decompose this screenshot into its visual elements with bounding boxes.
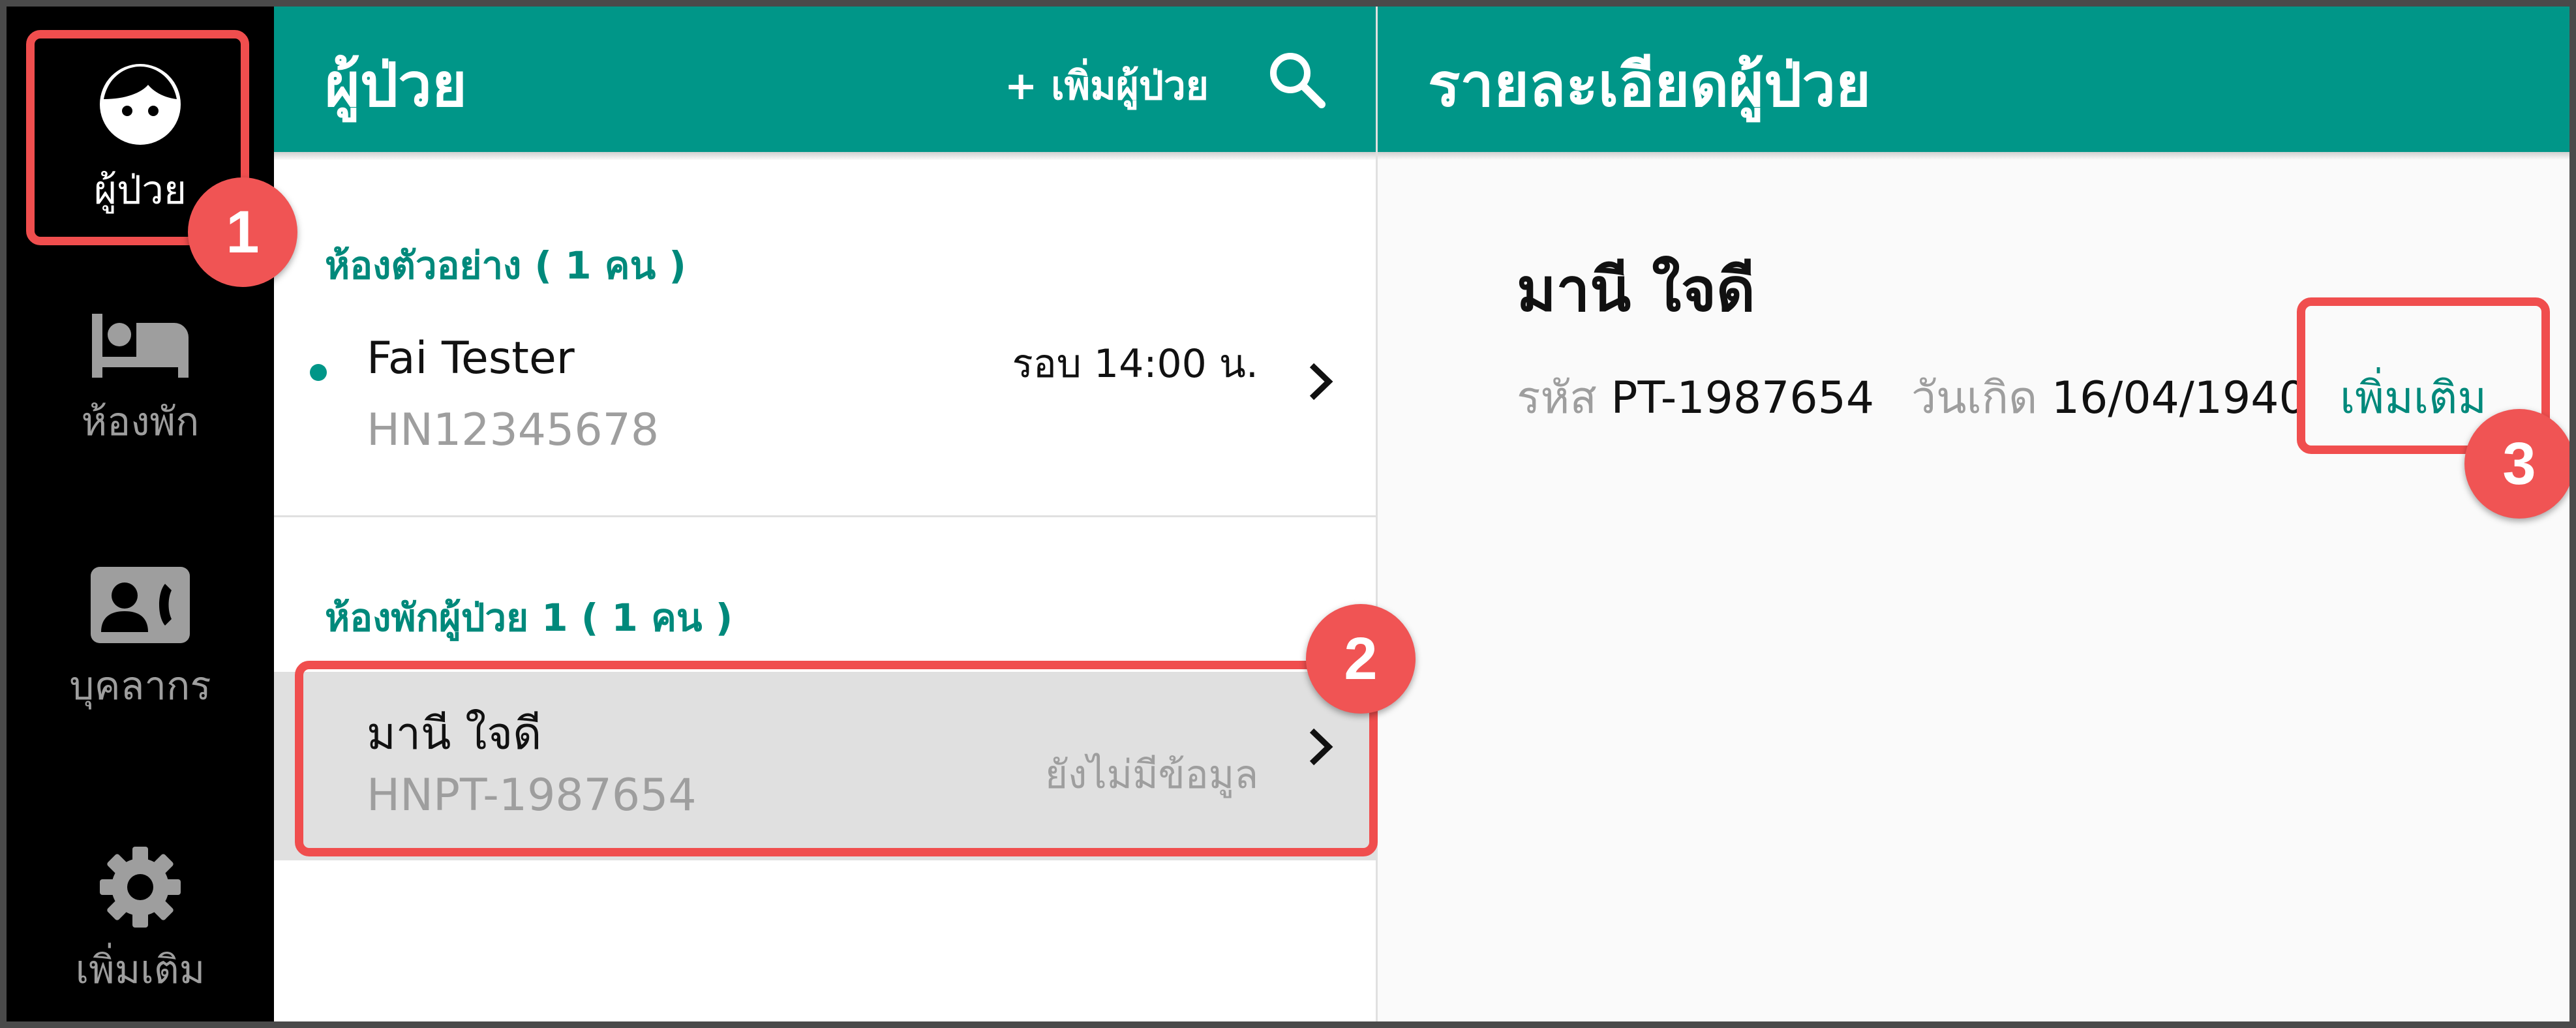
gear-icon (100, 847, 181, 928)
patient-hn: HN12345678 (367, 404, 659, 456)
group-title: ห้องตัวอย่าง ( 1 คน ) (325, 243, 686, 288)
page-title: ผู้ป่วย (325, 50, 467, 120)
sidebar-item-rooms[interactable]: ห้องพัก (7, 310, 274, 453)
patient-id: รหัส PT-1987654 (1517, 362, 1874, 432)
callout-badge: 3 (2464, 409, 2569, 519)
detail-patient-name: มานี ใจดี (1517, 255, 1755, 325)
patient-detail-header: รายละเอียดผู้ป่วย (1377, 7, 2569, 152)
sidebar-item-label: เพิ่มเติม (75, 947, 205, 993)
app-window: ผู้ป่วย ห้องพัก บุคลากร เพิ่มเติม ผู้ป่ว… (7, 7, 2569, 1021)
sidebar-item-label: บุคลากร (69, 663, 211, 709)
callout-badge: 1 (188, 177, 297, 287)
panel-divider (1376, 7, 1378, 1021)
online-dot (310, 364, 327, 381)
id-value: PT-1987654 (1611, 372, 1875, 424)
sidebar-item-staff[interactable]: บุคลากร (7, 564, 274, 717)
id-label: รหัส (1517, 372, 1597, 424)
bed-icon (92, 314, 189, 378)
contact-card-icon (91, 567, 190, 643)
patient-list-header: ผู้ป่วย + เพิ่มผู้ป่วย (274, 7, 1376, 152)
sidebar-item-more[interactable]: เพิ่มเติม (7, 845, 274, 1001)
dob-value: 16/04/1940 (2051, 372, 2307, 424)
add-patient-button[interactable]: + เพิ่มผู้ป่วย (1005, 55, 1209, 117)
list-item-patient[interactable]: Fai Tester HN12345678 รอบ 14:00 น. (274, 307, 1376, 493)
callout-badge: 2 (1306, 604, 1416, 714)
divider (274, 858, 1376, 860)
patient-dob: วันเกิด 16/04/1940 (1911, 362, 2307, 432)
detail-title: รายละเอียดผู้ป่วย (1428, 50, 1871, 120)
chevron-right-icon (1309, 363, 1333, 401)
dob-label: วันเกิด (1911, 372, 2038, 424)
header-shadow (274, 152, 2569, 160)
patient-round: รอบ 14:00 น. (1012, 341, 1259, 387)
divider (274, 515, 1376, 517)
search-icon[interactable] (1267, 50, 1326, 108)
sidebar-item-label: ห้องพัก (81, 399, 200, 445)
group-title: ห้องพักผู้ป่วย 1 ( 1 คน ) (325, 596, 733, 640)
callout-highlight (295, 661, 1378, 856)
patient-name: Fai Tester (367, 333, 575, 384)
patient-list: ห้องตัวอย่าง ( 1 คน ) Fai Tester HN12345… (274, 160, 1376, 1021)
